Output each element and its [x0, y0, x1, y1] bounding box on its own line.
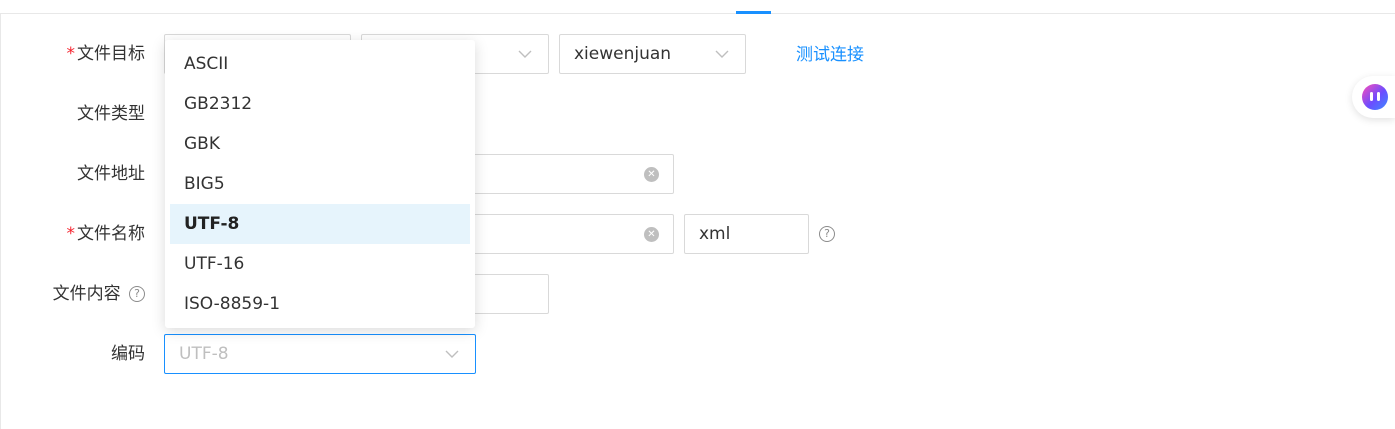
chevron-down-icon [518, 47, 532, 61]
encoding-label: 编码 [111, 344, 145, 364]
dropdown-option-ascii[interactable]: ASCII [170, 44, 470, 84]
panel-left-border [0, 14, 1, 429]
clear-circle-icon[interactable]: ✕ [644, 227, 659, 242]
dropdown-option-utf8[interactable]: UTF-8 [170, 204, 470, 244]
clear-circle-icon[interactable]: ✕ [644, 167, 659, 182]
question-circle-icon[interactable]: ? [819, 226, 835, 242]
chevron-down-icon [445, 347, 459, 361]
top-divider [0, 13, 1395, 14]
file-target-label: * 文件目标 [66, 44, 146, 64]
dropdown-option-gbk[interactable]: GBK [170, 124, 470, 164]
file-content-input[interactable] [470, 274, 549, 314]
file-target-select-3[interactable]: xiewenjuan [559, 34, 746, 74]
file-content-label: 文件内容 ? [15, 282, 145, 306]
ai-assistant-button[interactable] [1352, 76, 1395, 118]
file-name-label: * 文件名称 [66, 224, 146, 244]
encoding-select[interactable]: UTF-8 [164, 334, 476, 374]
file-address-label: 文件地址 [77, 164, 145, 184]
chevron-down-icon [715, 47, 729, 61]
file-name-input[interactable]: ✕ [470, 214, 674, 254]
file-extension-input[interactable]: xml [684, 214, 809, 254]
file-type-label: 文件类型 [77, 104, 145, 124]
test-connection-link[interactable]: 测试连接 [796, 43, 864, 67]
active-tab-indicator [736, 11, 771, 14]
ai-assistant-icon [1362, 84, 1388, 110]
question-circle-icon[interactable]: ? [129, 286, 145, 302]
file-address-input[interactable]: ✕ [470, 154, 674, 194]
dropdown-option-gb2312[interactable]: GB2312 [170, 84, 470, 124]
dropdown-option-iso-8859-1[interactable]: ISO-8859-1 [170, 284, 470, 324]
encoding-dropdown: ASCII GB2312 GBK BIG5 UTF-8 UTF-16 ISO-8… [165, 40, 475, 328]
dropdown-option-big5[interactable]: BIG5 [170, 164, 470, 204]
dropdown-option-utf16[interactable]: UTF-16 [170, 244, 470, 284]
